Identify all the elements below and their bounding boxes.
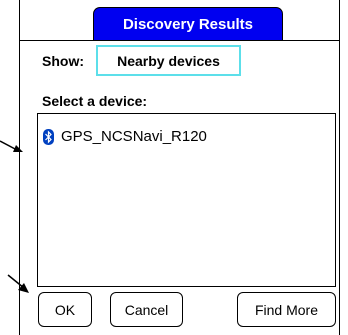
arrow-line — [0, 140, 18, 151]
cancel-button[interactable]: Cancel — [110, 292, 183, 327]
device-name: GPS_NCSNavi_R120 — [61, 128, 207, 145]
select-device-label: Select a device: — [42, 93, 148, 109]
show-label: Show: — [42, 53, 84, 69]
title-bar: Discovery Results — [19, 0, 340, 41]
bluetooth-icon — [43, 128, 54, 145]
show-filter-dropdown[interactable]: Nearby devices — [96, 45, 241, 76]
find-more-button[interactable]: Find More — [237, 292, 336, 327]
ok-button[interactable]: OK — [38, 292, 92, 327]
find-more-button-label: Find More — [254, 301, 319, 318]
ok-button-label: OK — [54, 301, 76, 318]
dialog-title: Discovery Results — [93, 7, 283, 40]
list-item[interactable]: GPS_NCSNavi_R120 — [43, 128, 207, 145]
show-filter-value: Nearby devices — [117, 52, 220, 69]
device-list[interactable]: GPS_NCSNavi_R120 — [37, 113, 336, 287]
cancel-button-label: Cancel — [124, 301, 169, 318]
